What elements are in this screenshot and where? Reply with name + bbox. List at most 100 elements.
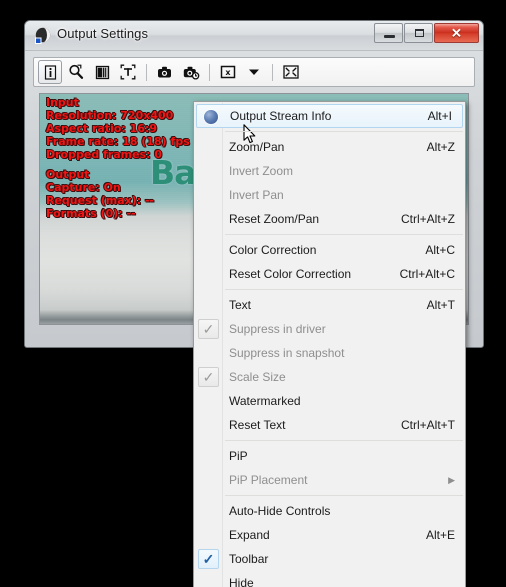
submenu-arrow-icon: ▶ [448,474,455,485]
menu-item-pip[interactable]: PiP [194,444,465,468]
menu-item-label: Zoom/Pan [229,140,285,154]
osd-input-line-0: Resolution: 720x400 [46,109,174,122]
menu-item-pip-placement: PiP Placement ▶ [194,468,465,492]
menu-item-label: Reset Text [229,418,286,432]
menu-item-scale-size: ✓ Scale Size [194,365,465,389]
window-title: Output Settings [57,26,149,41]
menu-item-zoom-pan[interactable]: Zoom/Pan Alt+Z [194,135,465,159]
menu-item-label: Auto-Hide Controls [229,504,331,518]
menu-item-label: Expand [229,528,270,542]
menu-item-auto-hide-controls[interactable]: Auto-Hide Controls [194,499,465,523]
osd-output-line-0: Capture: On [46,181,121,194]
menu-item-label: Watermarked [229,394,301,408]
pip-button[interactable]: x [216,60,240,84]
menu-item-label: PiP [229,449,248,463]
timed-snapshot-button[interactable] [179,60,203,84]
menu-separator [225,131,463,132]
minimize-button[interactable] [374,23,403,43]
menu-item-output-stream-info[interactable]: Output Stream Info Alt+I [196,104,463,128]
osd-input-line-1: Aspect ratio: 16:9 [46,122,158,135]
osd-output-line-2: Formats (0): -- [46,207,136,220]
menu-separator [225,495,463,496]
close-icon: ✕ [451,25,462,41]
menu-item-label: Scale Size [229,370,286,384]
menu-item-shortcut: Alt+E [425,528,455,542]
osd-output-line-1: Request (max): -- [46,194,155,207]
menu-item-reset-text[interactable]: Reset Text Ctrl+Alt+T [194,413,465,437]
separator-1 [146,63,147,81]
menu-item-reset-zoom-pan[interactable]: Reset Zoom/Pan Ctrl+Alt+Z [194,207,465,231]
context-menu: Output Stream Info Alt+I Zoom/Pan Alt+Z Inve… [193,101,466,587]
chevron-down-icon [248,68,260,76]
menu-item-label: Invert Pan [229,188,284,202]
text-icon [120,64,136,80]
menu-item-label: Output Stream Info [230,109,332,123]
menu-item-label: Invert Zoom [229,164,294,178]
osd-input-line-3: Dropped frames: 0 [46,148,163,161]
menu-item-suppress-in-driver: ✓ Suppress in driver [194,317,465,341]
toolbar: x [33,57,475,87]
menu-item-label: Suppress in driver [229,322,326,336]
osd-output-heading: Output [46,168,90,181]
osd-gap [46,161,190,168]
menu-item-label: PiP Placement [229,473,308,487]
menu-item-shortcut: Ctrl+Alt+T [400,418,455,432]
menu-separator [225,289,463,290]
camera-timer-icon [183,65,200,80]
menu-item-color-correction[interactable]: Color Correction Alt+C [194,238,465,262]
menu-item-expand[interactable]: Expand Alt+E [194,523,465,547]
menu-item-shortcut: Alt+T [426,298,455,312]
zoom-pan-button[interactable] [64,60,88,84]
osd-input-line-2: Frame rate: 18 (18) fps [46,135,190,148]
snapshot-button[interactable] [153,60,177,84]
checkmark-icon: ✓ [198,549,219,569]
title-bar[interactable]: Output Settings ✕ [25,21,483,51]
app-sphere-icon [34,27,52,45]
menu-item-label: Color Correction [229,243,317,257]
menu-item-label: Reset Zoom/Pan [229,212,320,226]
menu-item-shortcut: Alt+Z [426,140,455,154]
screen: Output Settings ✕ x Input Resolution: 72… [0,0,506,587]
osd-overlay: Input Resolution: 720x400 Aspect ratio: … [46,96,190,220]
menu-item-label: Suppress in snapshot [229,346,345,360]
osd-input-heading: Input [46,96,79,109]
menu-item-invert-pan: Invert Pan [194,183,465,207]
fullscreen-button[interactable] [279,60,303,84]
menu-item-shortcut: Ctrl+Alt+C [399,267,455,281]
menu-item-hide[interactable]: Hide [194,571,465,587]
radio-selected-icon [204,110,218,124]
camera-icon [157,65,173,79]
mouse-cursor [243,124,257,145]
color-correction-button[interactable] [90,60,114,84]
menu-item-label: Toolbar [229,552,269,566]
menu-item-text[interactable]: Text Alt+T [194,293,465,317]
zoom-pan-icon [68,64,84,80]
checkmark-icon: ✓ [198,367,219,387]
menu-item-label: Reset Color Correction [229,267,352,281]
menu-item-label: Hide [229,576,254,587]
maximize-button[interactable] [404,23,433,43]
menu-item-label: Text [229,298,252,312]
menu-separator [225,440,463,441]
window-controls: ✕ [374,23,479,43]
pip-dropdown-button[interactable] [242,60,266,84]
menu-item-reset-color-correction[interactable]: Reset Color Correction Ctrl+Alt+C [194,262,465,286]
menu-item-watermarked[interactable]: Watermarked [194,389,465,413]
svg-text:x: x [225,68,231,77]
stream-info-button[interactable] [38,60,62,84]
info-icon [43,64,58,80]
expand-icon [283,65,299,79]
pip-icon: x [220,65,236,79]
separator-2 [209,63,210,81]
menu-item-toolbar[interactable]: ✓ Toolbar [194,547,465,571]
menu-separator [225,234,463,235]
minimize-icon [384,35,395,38]
checkmark-icon: ✓ [198,319,219,339]
menu-item-shortcut: Alt+I [427,109,452,123]
menu-item-suppress-in-snapshot: Suppress in snapshot [194,341,465,365]
text-overlay-button[interactable] [116,60,140,84]
menu-item-invert-zoom: Invert Zoom [194,159,465,183]
separator-3 [272,63,273,81]
close-button[interactable]: ✕ [434,23,479,43]
contrast-icon [95,65,110,80]
